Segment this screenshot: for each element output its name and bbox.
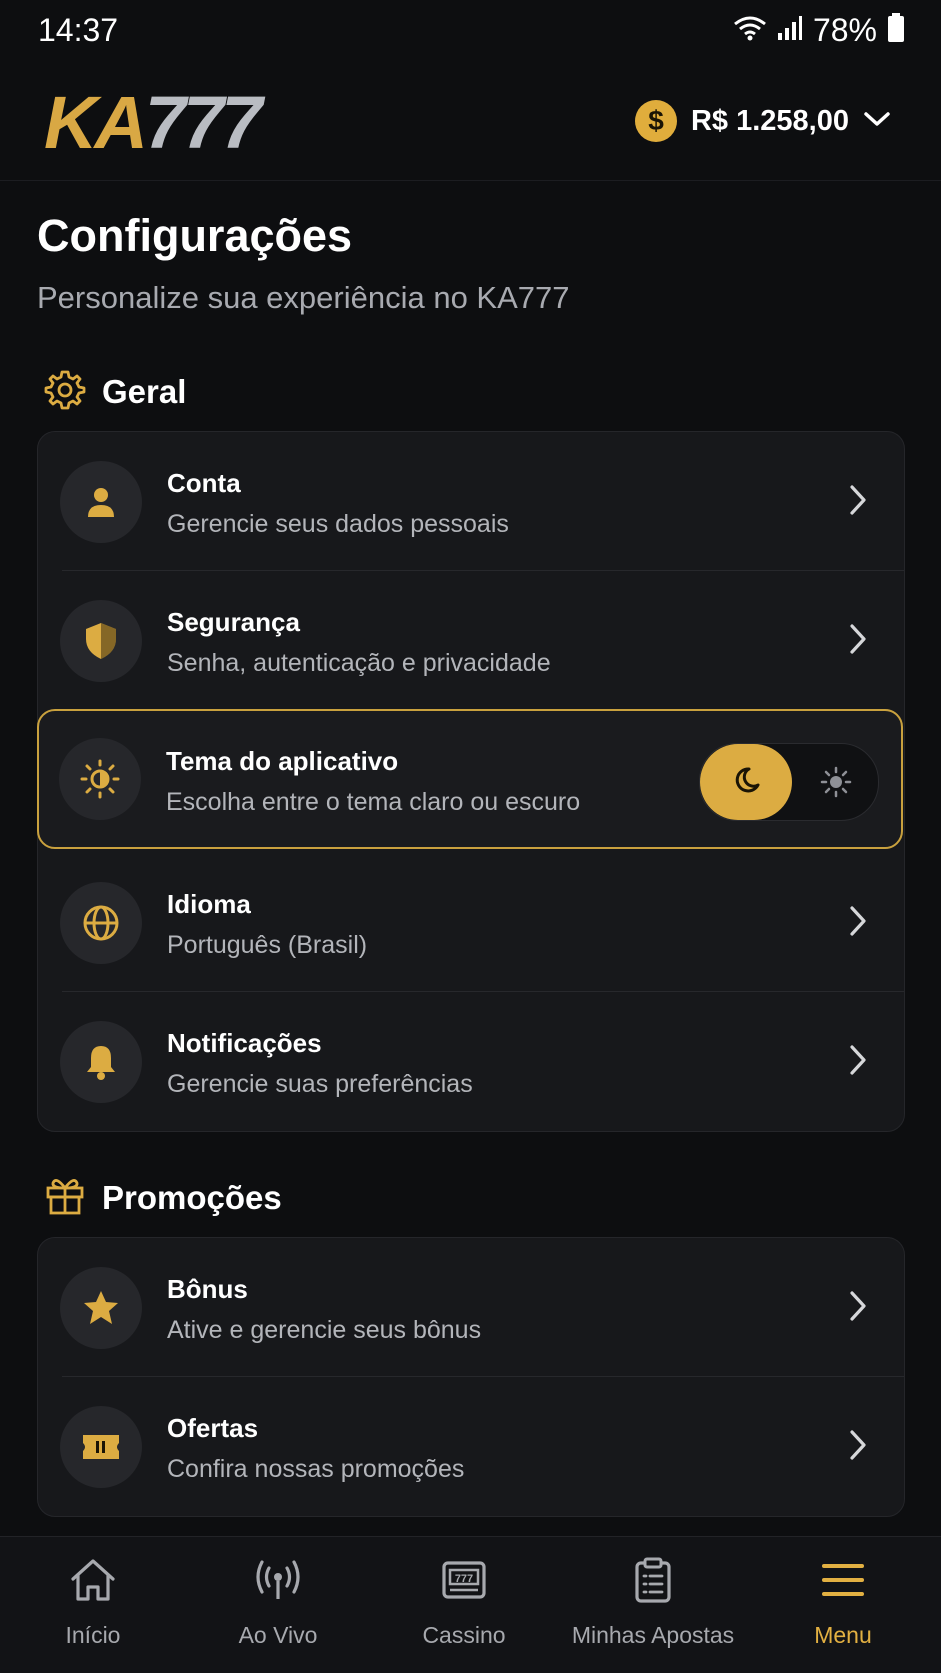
balance-amount: R$ 1.258,00: [690, 104, 849, 137]
settings-item-bonus[interactable]: Bônus Ative e gerencie seus bônus: [38, 1238, 904, 1377]
bell-icon: [60, 1021, 142, 1103]
svg-text:777: 777: [455, 1573, 473, 1585]
battery-icon: [887, 13, 905, 48]
section-general-label: Geral: [102, 372, 187, 410]
gear-icon: [44, 368, 86, 415]
section-promotions-header: Promoções: [44, 1174, 282, 1221]
clipboard-icon: [631, 1557, 675, 1608]
chevron-right-icon: [848, 484, 868, 521]
section-general-header: Geral: [44, 368, 186, 415]
settings-item-offers[interactable]: Ofertas Confira nossas promoções: [38, 1377, 904, 1516]
item-subtitle: Senha, autenticação e privacidade: [167, 649, 551, 677]
settings-item-theme[interactable]: Tema do aplicativo Escolha entre o tema …: [37, 709, 903, 849]
logo-ka: KA: [44, 81, 148, 164]
tab-label: Cassino: [422, 1622, 506, 1648]
chevron-right-icon: [848, 905, 868, 942]
settings-item-notifications[interactable]: Notificações Gerencie suas preferências: [38, 992, 904, 1131]
user-icon: [60, 461, 142, 543]
ticket-icon: [60, 1406, 142, 1488]
item-title: Notificações: [167, 1028, 322, 1058]
balance-dropdown[interactable]: $ R$ 1.258,00: [634, 100, 891, 142]
item-title: Idioma: [167, 889, 251, 919]
chevron-down-icon: [863, 110, 891, 133]
theme-toggle[interactable]: [699, 743, 879, 821]
home-icon: [69, 1557, 117, 1608]
battery-percent: 78%: [812, 12, 877, 48]
tab-label: Menu: [814, 1622, 872, 1648]
status-icons: 78%: [733, 12, 905, 49]
item-title: Conta: [167, 468, 241, 498]
page-subtitle: Personalize sua experiência no KA777: [37, 280, 570, 315]
slot-machine-icon: 777: [440, 1557, 488, 1608]
moon-icon: [731, 765, 761, 800]
section-promotions-label: Promoções: [102, 1178, 282, 1216]
app-header: KA777 $ R$ 1.258,00: [0, 62, 941, 181]
item-title: Segurança: [167, 607, 300, 637]
star-icon: [60, 1267, 142, 1349]
status-time: 14:37: [38, 12, 119, 48]
chevron-right-icon: [848, 1044, 868, 1081]
item-subtitle: Gerencie seus dados pessoais: [167, 510, 509, 538]
tab-label: Ao Vivo: [238, 1622, 318, 1648]
signal-icon: [777, 15, 803, 46]
tab-menu[interactable]: Menu: [798, 1557, 888, 1649]
coin-icon: $: [634, 100, 677, 142]
settings-item-account[interactable]: Conta Gerencie seus dados pessoais: [38, 432, 904, 571]
wifi-icon: [733, 15, 767, 46]
item-title: Ofertas: [167, 1413, 259, 1443]
tab-live[interactable]: Ao Vivo: [228, 1557, 328, 1649]
item-subtitle: Confira nossas promoções: [167, 1455, 465, 1483]
dark-mode-option[interactable]: [700, 744, 792, 820]
bottom-tab-bar: Início Ao Vivo 777 Cassino Minhas Aposta…: [0, 1536, 941, 1673]
logo-sevens: 777: [144, 81, 262, 164]
light-mode-option[interactable]: [820, 766, 852, 803]
chevron-right-icon: [848, 1290, 868, 1327]
settings-item-security[interactable]: Segurança Senha, autenticação e privacid…: [38, 571, 904, 710]
item-subtitle: Escolha entre o tema claro ou escuro: [166, 788, 581, 816]
promotions-card: Bônus Ative e gerencie seus bônus Oferta…: [37, 1237, 905, 1517]
theme-icon: [59, 738, 141, 820]
item-title: Tema do aplicativo: [166, 746, 399, 776]
gift-icon: [44, 1174, 86, 1221]
tab-casino[interactable]: 777 Cassino: [414, 1557, 514, 1649]
status-bar: 14:37 78%: [0, 0, 941, 62]
page-title: Configurações: [37, 210, 353, 261]
tab-home[interactable]: Início: [48, 1557, 138, 1649]
live-icon: [252, 1557, 304, 1608]
ka777-logo[interactable]: KA777: [44, 80, 262, 165]
tab-my-bets[interactable]: Minhas Apostas: [568, 1557, 738, 1649]
item-title: Bônus: [167, 1274, 248, 1304]
chevron-right-icon: [848, 1429, 868, 1466]
item-subtitle: Português (Brasil): [167, 931, 368, 959]
menu-icon: [820, 1557, 866, 1608]
shield-icon: [60, 600, 142, 682]
globe-icon: [60, 882, 142, 964]
chevron-right-icon: [848, 623, 868, 660]
item-subtitle: Ative e gerencie seus bônus: [167, 1316, 482, 1344]
item-subtitle: Gerencie suas preferências: [167, 1070, 473, 1098]
tab-label: Início: [65, 1622, 121, 1648]
settings-item-language[interactable]: Idioma Português (Brasil): [38, 853, 904, 992]
tab-label: Minhas Apostas: [571, 1622, 735, 1648]
